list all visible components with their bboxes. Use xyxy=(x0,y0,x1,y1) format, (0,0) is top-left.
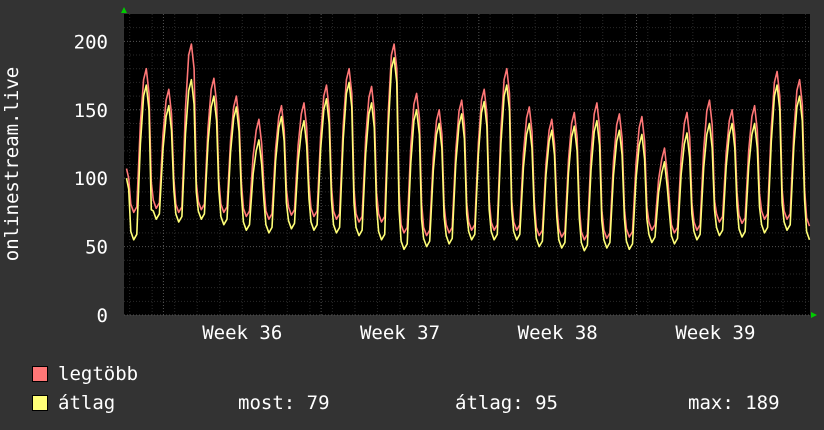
y-tick-label: 150 xyxy=(74,100,108,122)
x-tick-label: Week 38 xyxy=(518,322,598,344)
stat-current: most: 79 xyxy=(238,392,330,414)
y-tick-label: 50 xyxy=(85,237,108,259)
x-tick-label: Week 36 xyxy=(202,322,282,344)
y-tick-label: 200 xyxy=(74,31,108,53)
x-tick-label: Week 39 xyxy=(675,322,755,344)
y-axis-arrow-icon xyxy=(121,7,127,13)
stat-max: max: 189 xyxy=(688,392,780,414)
legend-swatch-avg xyxy=(32,395,48,411)
x-axis: Week 36 Week 37 Week 38 Week 39 xyxy=(202,322,755,344)
legend-row-avg: átlag most: 79 átlag: 95 max: 189 xyxy=(32,391,824,415)
x-axis-arrow-icon xyxy=(811,312,817,318)
legend-label-avg: átlag xyxy=(58,392,116,414)
legend-label-max: legtöbb xyxy=(58,363,139,385)
y-axis-title: onlinestream.live xyxy=(1,67,23,261)
y-axis: 0 50 100 150 200 xyxy=(74,31,108,327)
y-tick-label: 100 xyxy=(74,168,108,190)
x-tick-label: Week 37 xyxy=(360,322,440,344)
legend-swatch-max xyxy=(32,366,48,382)
stat-average: átlag: 95 xyxy=(455,392,558,414)
y-tick-label: 0 xyxy=(97,305,108,327)
